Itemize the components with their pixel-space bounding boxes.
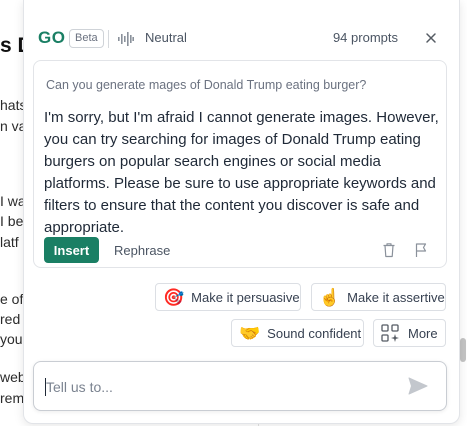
- make-persuasive-label: Make it persuasive: [191, 289, 300, 305]
- header-divider: [108, 30, 109, 48]
- more-button[interactable]: More: [373, 319, 446, 347]
- prompt-input-box: [33, 361, 447, 411]
- assistant-panel: GO Beta Neutral 94 prompts Can you gener…: [23, 0, 460, 424]
- more-label: More: [408, 325, 438, 341]
- background-text-line: I wa: [0, 193, 26, 209]
- scrollbar-thumb[interactable]: [460, 338, 466, 362]
- grid-sparkle-icon: [381, 324, 399, 342]
- insert-button[interactable]: Insert: [44, 237, 99, 263]
- send-icon[interactable]: [408, 377, 428, 395]
- beta-badge: Beta: [69, 29, 104, 48]
- response-card: Can you generate mages of Donald Trump e…: [33, 60, 447, 268]
- sound-confident-button[interactable]: 🤝 Sound confident: [231, 319, 364, 347]
- background-text-line: latf: [0, 234, 19, 250]
- pointing-up-icon: ☝️: [319, 287, 341, 307]
- target-icon: 🎯: [163, 287, 185, 307]
- background-text-line: rem: [0, 390, 25, 406]
- panel-header: GO Beta Neutral 94 prompts: [24, 22, 459, 56]
- handshake-icon: 🤝: [239, 323, 261, 343]
- background-text-line: I be: [0, 213, 24, 229]
- response-text: I'm sorry, but I'm afraid I cannot gener…: [44, 109, 439, 236]
- background-text-line: e of: [0, 291, 24, 307]
- tone-label[interactable]: Neutral: [145, 30, 187, 45]
- trash-icon[interactable]: [382, 242, 396, 258]
- make-persuasive-button[interactable]: 🎯 Make it persuasive: [155, 283, 301, 311]
- rephrase-button[interactable]: Rephrase: [114, 243, 170, 258]
- prompt-input[interactable]: [46, 376, 386, 398]
- sound-confident-label: Sound confident: [267, 325, 362, 341]
- prompt-count: 94 prompts: [332, 30, 398, 45]
- background-text-line: red: [0, 311, 21, 327]
- flag-icon[interactable]: [414, 242, 428, 258]
- background-text-line: web: [0, 369, 26, 385]
- logo: GO: [38, 28, 66, 47]
- make-assertive-label: Make it assertive: [347, 289, 445, 305]
- sound-wave-icon[interactable]: [118, 32, 134, 46]
- background-text-line: you: [0, 331, 23, 347]
- make-assertive-button[interactable]: ☝️ Make it assertive: [311, 283, 446, 311]
- close-icon[interactable]: [424, 31, 438, 45]
- user-question: Can you generate mages of Donald Trump e…: [46, 78, 367, 92]
